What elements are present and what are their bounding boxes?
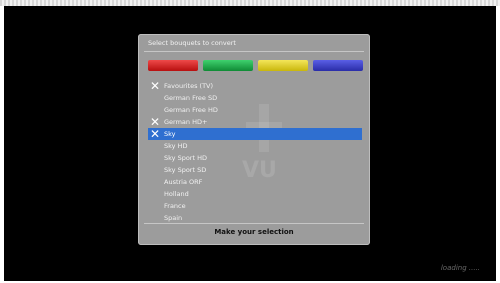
red-button[interactable] <box>148 60 198 71</box>
yellow-button[interactable] <box>258 60 308 71</box>
tv-screen: Select bouquets to convert VU ✕ Favourite… <box>4 6 496 281</box>
bouquet-label: German HD+ <box>164 118 208 126</box>
checked-x-icon: ✕ <box>150 79 161 93</box>
bouquet-list-item[interactable]: ✕ German HD+ <box>148 116 362 128</box>
bouquet-list-item[interactable]: Sky HD <box>148 140 362 152</box>
bouquet-list-item[interactable]: Sky Sport SD <box>148 164 362 176</box>
loading-status: loading ..... <box>440 264 480 272</box>
bouquet-label: Spain <box>164 214 183 222</box>
bouquet-label: Sky HD <box>164 142 188 150</box>
bouquet-list-item[interactable]: German Free SD <box>148 92 362 104</box>
bouquet-label: Sky Sport SD <box>164 166 207 174</box>
checked-x-icon: ✕ <box>150 127 161 141</box>
bouquet-list: ✕ Favourites (TV) German Free SD German Fre… <box>148 80 362 224</box>
bouquet-list-item[interactable]: Austria ORF <box>148 176 362 188</box>
bouquet-label: German Free HD <box>164 106 218 114</box>
green-button[interactable] <box>203 60 253 71</box>
dialog-title: Select bouquets to convert <box>148 39 236 47</box>
bouquet-label: Sky <box>164 130 176 138</box>
bouquet-select-dialog: Select bouquets to convert VU ✕ Favourite… <box>138 34 370 245</box>
title-separator <box>144 51 364 52</box>
selection-hint: Make your selection <box>214 228 294 236</box>
bouquet-list-item[interactable]: Sky Sport HD <box>148 152 362 164</box>
bouquet-label: France <box>164 202 186 210</box>
bouquet-list-item[interactable]: France <box>148 200 362 212</box>
blue-button[interactable] <box>313 60 363 71</box>
bouquet-list-item[interactable]: ✕ Favourites (TV) <box>148 80 362 92</box>
bouquet-label: German Free SD <box>164 94 218 102</box>
bouquet-list-item[interactable]: German Free HD <box>148 104 362 116</box>
bouquet-label: Austria ORF <box>164 178 203 186</box>
footer-separator <box>144 223 364 224</box>
bouquet-list-item[interactable]: ✕ Sky <box>148 128 362 140</box>
bouquet-label: Holland <box>164 190 189 198</box>
bouquet-label: Sky Sport HD <box>164 154 207 162</box>
bouquet-label: Favourites (TV) <box>164 82 214 90</box>
bouquet-list-item[interactable]: Holland <box>148 188 362 200</box>
